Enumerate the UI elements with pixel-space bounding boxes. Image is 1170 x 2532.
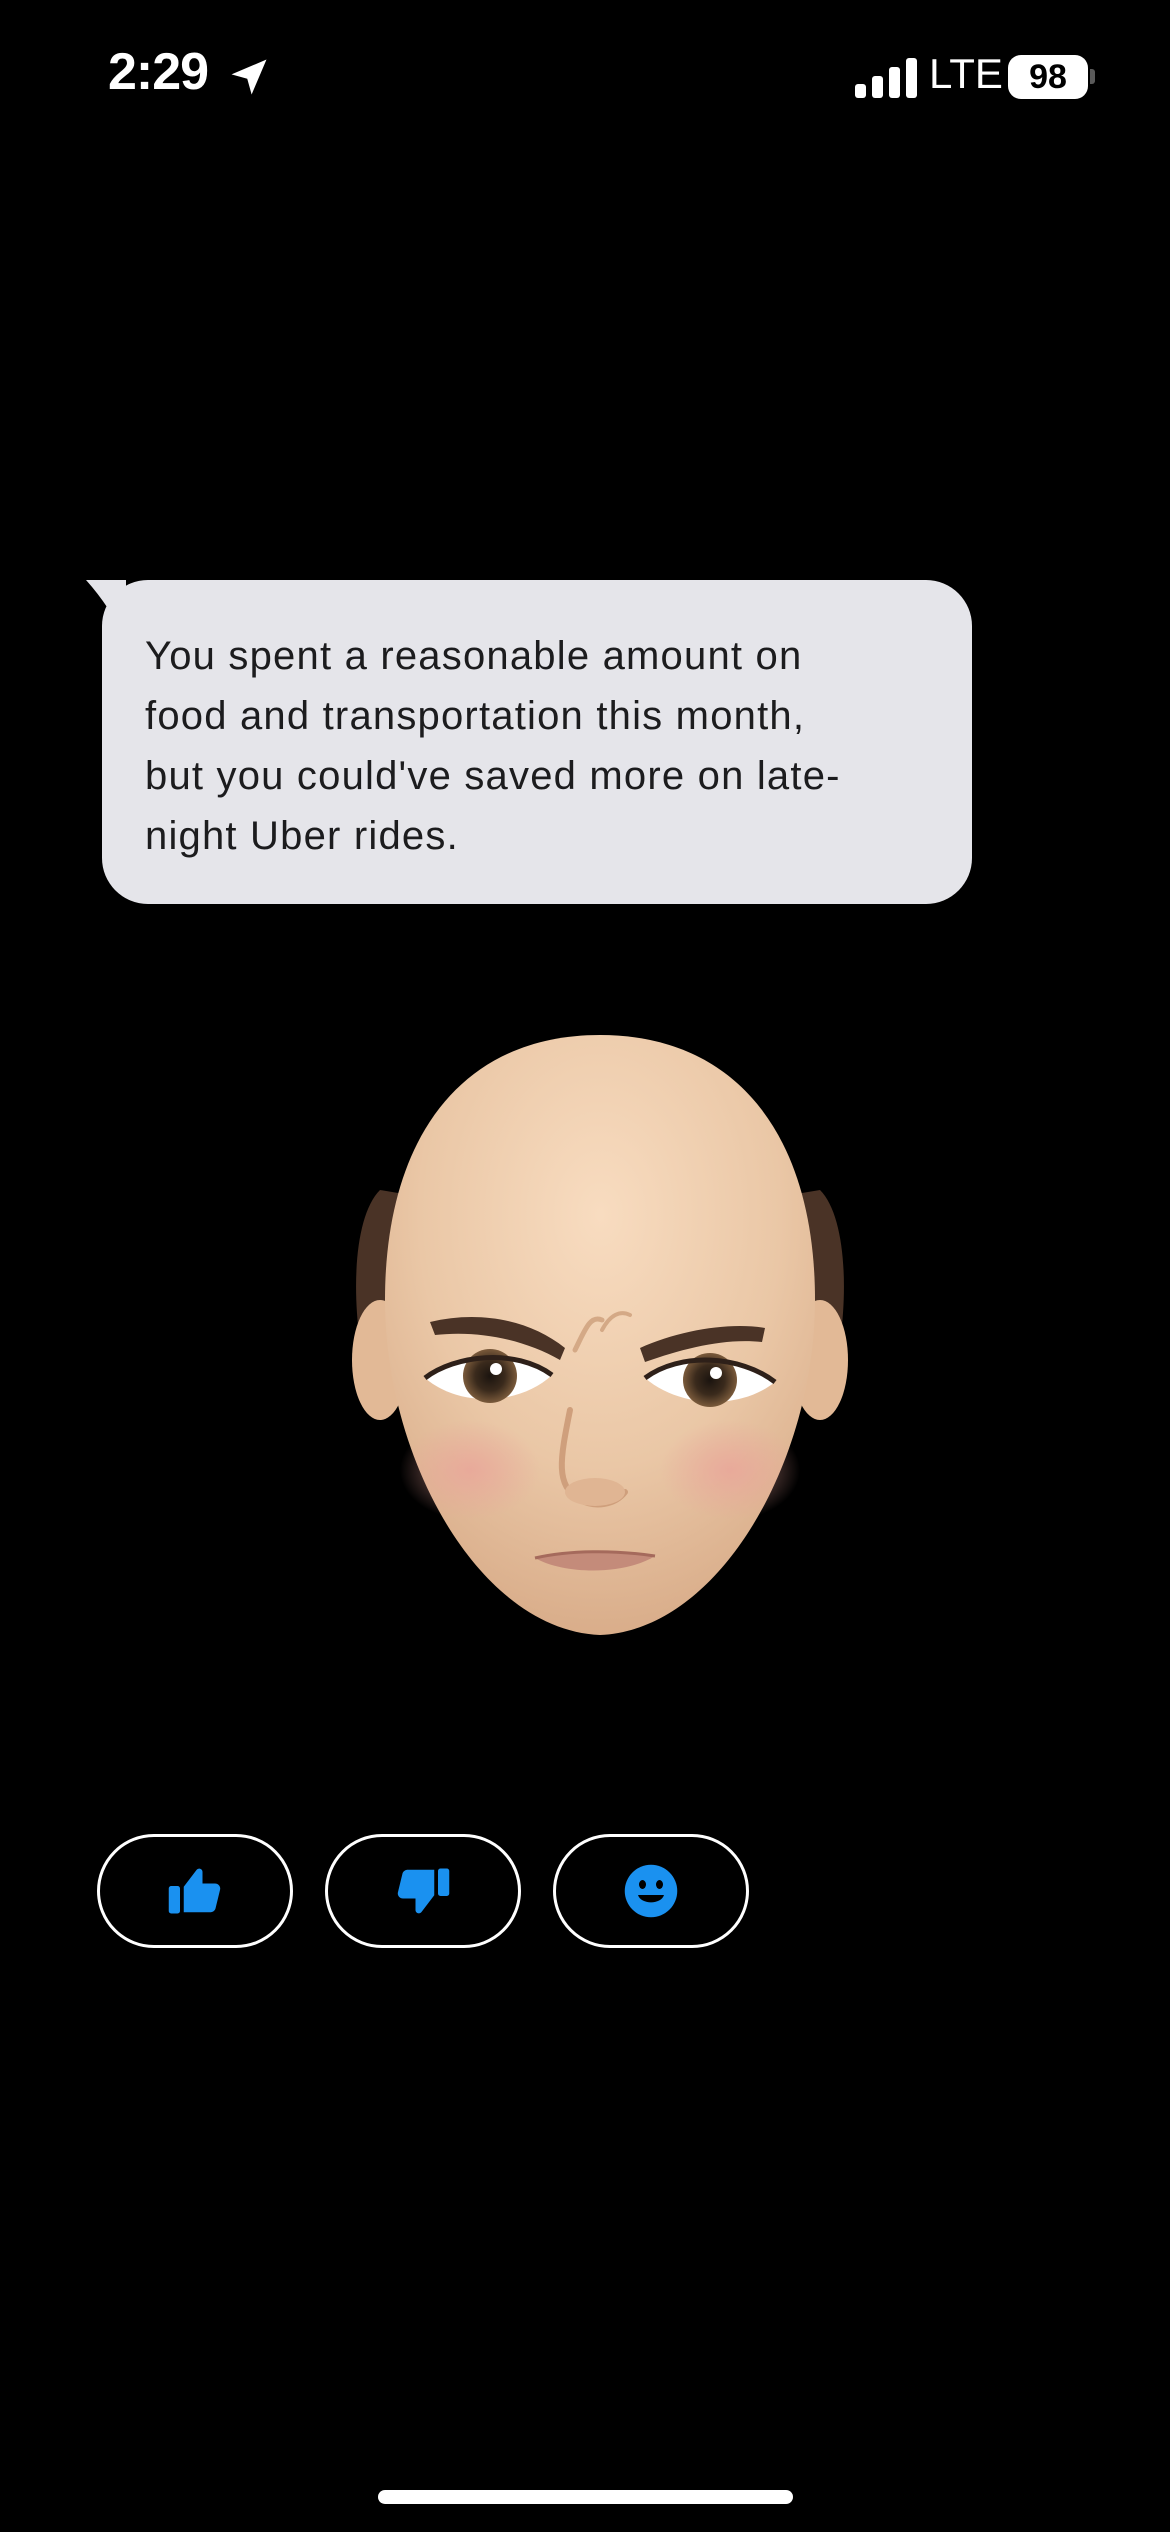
memoji-avatar [352,1035,848,1635]
thumbs-down-button[interactable] [325,1834,521,1948]
battery-cap [1090,69,1095,84]
message-bubble: You spent a reasonable amount on food an… [102,580,972,904]
status-bar: 2:29 LTE 98 [0,0,1170,150]
status-time: 2:29 [108,43,209,101]
network-type-label: LTE [929,50,1003,97]
message-text: You spent a reasonable amount on food an… [145,626,932,866]
message-line: but you could've saved more on late- [145,754,841,798]
location-arrow-icon [231,59,267,95]
thumbs-up-icon [168,1868,221,1914]
emoji-reaction-button[interactable] [553,1834,749,1948]
battery-level: 98 [1029,58,1067,96]
smiley-face-icon [624,1864,678,1918]
message-line: night Uber rides. [145,814,459,858]
cellular-signal-icon [855,58,917,98]
thumbs-up-button[interactable] [97,1834,293,1948]
message-line: You spent a reasonable amount on [145,634,803,678]
thumbs-down-icon [397,1868,450,1914]
home-indicator[interactable] [378,2490,793,2504]
battery-icon: 98 [1008,55,1088,99]
message-line: food and transportation this month, [145,694,806,738]
